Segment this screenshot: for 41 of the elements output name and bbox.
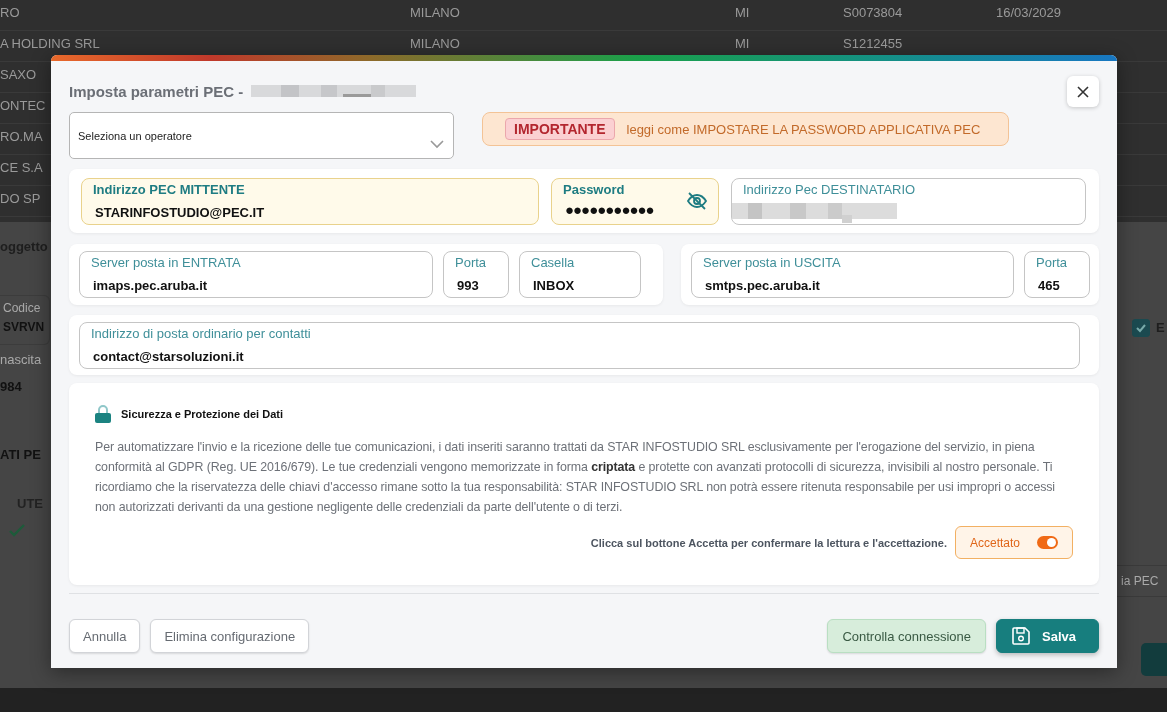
checkbox[interactable] — [1132, 319, 1150, 337]
input-field[interactable]: Server posta in USCITA smtps.pec.aruba.it — [691, 251, 1014, 298]
check-icon — [9, 524, 25, 537]
table-cell: 16/03/2029 — [996, 5, 1062, 20]
eye-off-icon[interactable] — [686, 191, 708, 211]
table-cell: S1212455 — [843, 36, 903, 51]
input-field[interactable]: Server posta in ENTRATA imaps.pec.aruba.it — [79, 251, 433, 298]
table-cell: S0073804 — [843, 5, 903, 20]
chevron-down-icon — [430, 140, 444, 149]
field-label: nascita — [0, 352, 42, 367]
footer-button[interactable]: Elimina configurazione — [150, 619, 310, 653]
important-label: IMPORTANTE — [505, 118, 615, 140]
consent-text: Clicca sul bottone Accetta per confermare la lettura e l'accettazione. — [590, 536, 947, 549]
input-field[interactable]: Indirizzo di posta ordinario per contatti contact@starsoluzioni.it — [79, 322, 1080, 369]
table-cell: RO.MA — [0, 129, 43, 144]
table-cell: MILANO — [410, 36, 460, 51]
operator-select[interactable]: Seleziona un operatore — [69, 112, 454, 159]
input-field[interactable]: Indirizzo PEC MITTENTE STARINFOSTUDIO@PEC.IT — [81, 178, 539, 225]
table-cell: DO SP — [0, 191, 41, 206]
input-field[interactable]: Porta 465 — [1024, 251, 1090, 298]
table-cell: MI — [735, 5, 750, 20]
table-cell: MILANO — [410, 5, 460, 20]
table-cell: SAXO — [0, 67, 37, 82]
dialog-title: Imposta parametri PEC - — [69, 82, 245, 100]
table-cell: MI — [735, 36, 750, 51]
section-title: Sicurezza e Protezione dei Dati — [121, 408, 283, 420]
table-cell: CE S.A — [0, 160, 43, 175]
lock-icon — [95, 405, 111, 423]
check-connection-button[interactable]: Controlla connessione — [827, 619, 986, 653]
table-cell: ONTEC — [0, 98, 46, 113]
close-button[interactable] — [1067, 76, 1099, 107]
close-icon — [1077, 85, 1089, 98]
input-field[interactable]: Password ●●●●●●●●●●● — [551, 178, 719, 225]
footer-button[interactable]: Annulla — [69, 619, 141, 653]
input-field[interactable]: Indirizzo Pec DESTINATARIO — [731, 178, 1086, 225]
input-field[interactable]: Casella INBOX — [519, 251, 641, 298]
save-button[interactable]: Salva — [996, 619, 1099, 653]
table-cell: A HOLDING SRL — [0, 36, 100, 51]
table-cell: RO — [0, 5, 20, 20]
privacy-paragraph: Per automatizzare l'invio e la ricezione delle tue comunicazioni, i dati inseriti saranno trattati da STAR INFOSTUDIO SRL esclusivamente per l'erogazione del servizio, in piena conformità al GDPR (Reg. UE 2016/679). Le tue credenziali vengono memorizzate in forma criptata e protette con avanzati protocolli di sicurezza, invisibili al nostro personale. Ti ricordiamo che la riservatezza delle chiavi d'accesso rimane sotto la tua responsabilità: STAR INFOSTUDIO SRL non potrà essere ritenuta responsabile per usi impropri o accessi non autorizzati derivanti da una gestione negligente delle credenziali da parte dell'utente o di terzi. — [95, 439, 1057, 516]
input-field[interactable]: Porta 993 — [443, 251, 509, 298]
